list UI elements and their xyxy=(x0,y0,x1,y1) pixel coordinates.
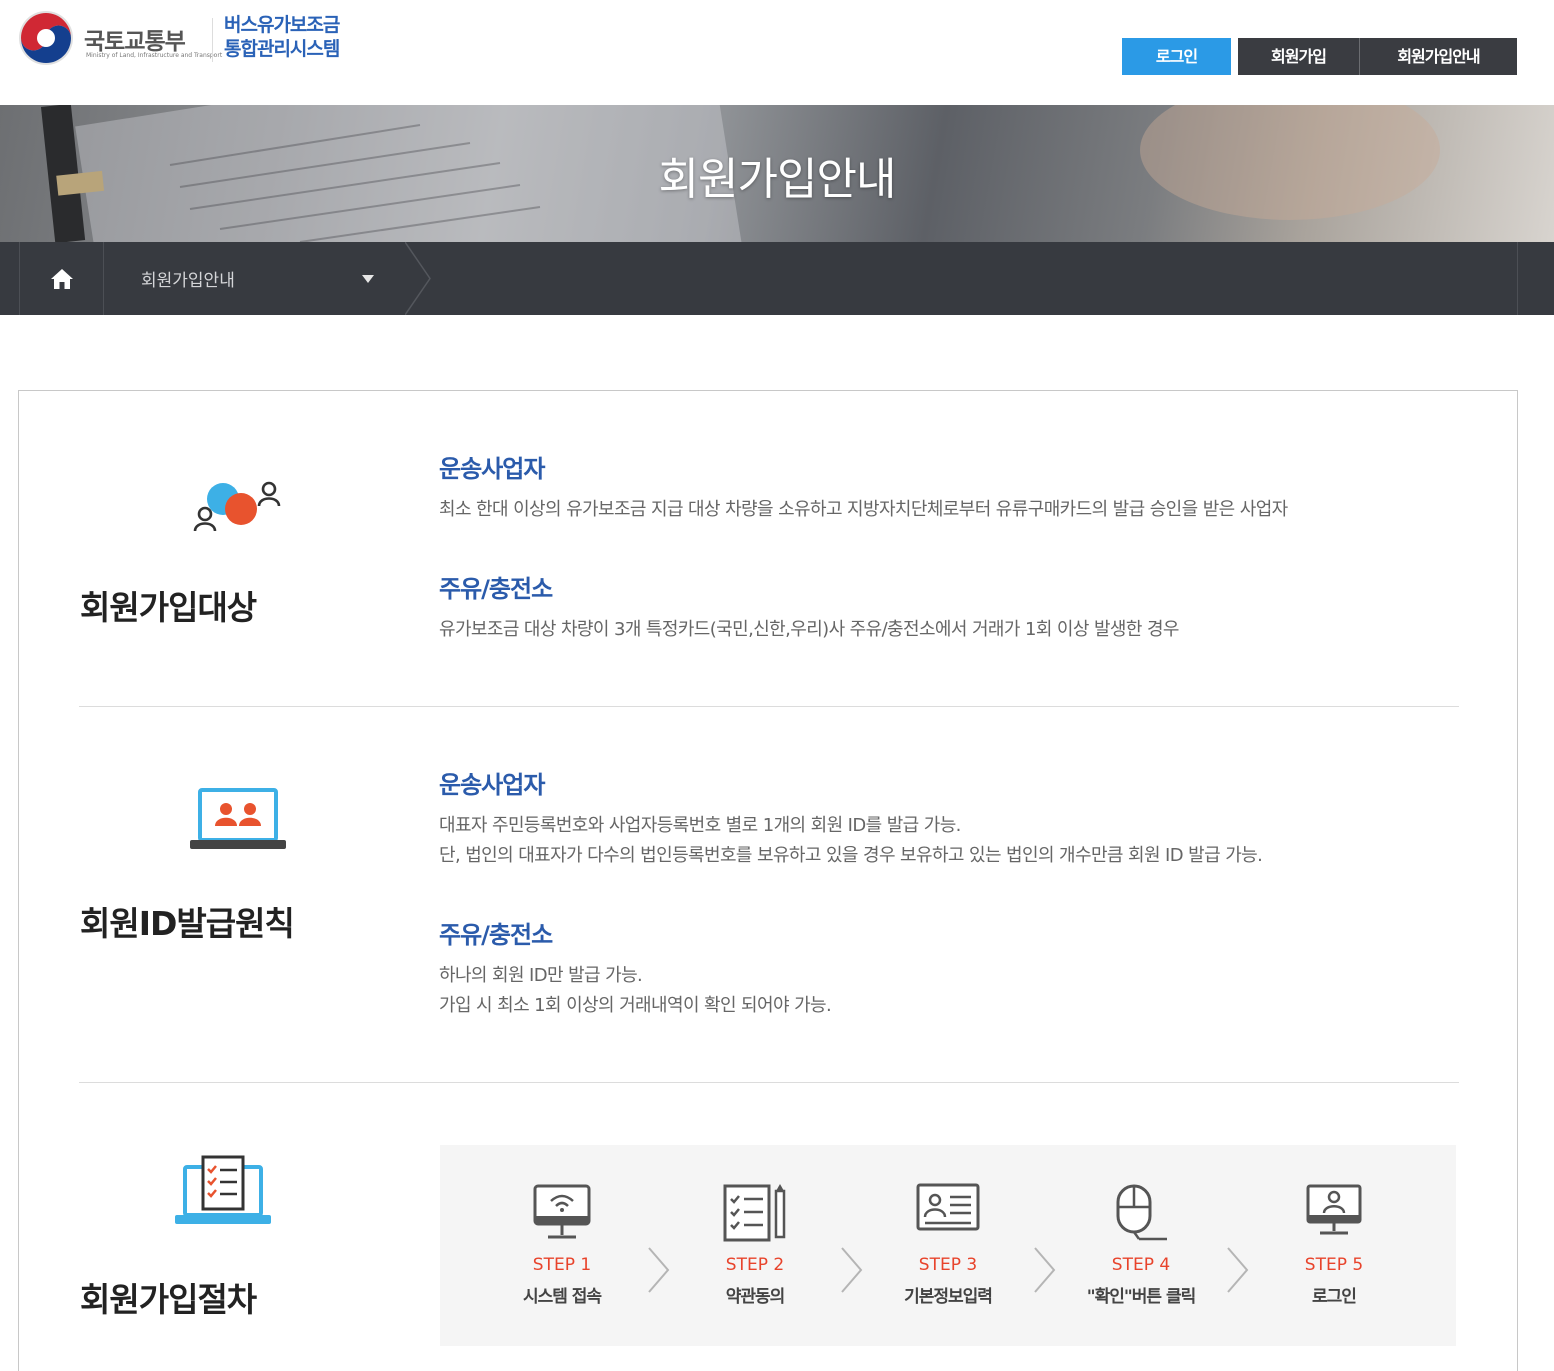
step-number: STEP 3 xyxy=(918,1255,978,1275)
system-name-line1: 버스유가보조금 xyxy=(224,14,340,36)
breadcrumb-dropdown[interactable]: 회원가입안내 xyxy=(105,242,405,315)
target-subtitle-station: 주유/충전소 xyxy=(439,575,553,603)
id-policy-desc-station-2: 가입 시 최소 1회 이상의 거래내역이 확인 되어야 가능. xyxy=(439,995,832,1016)
step-number: STEP 2 xyxy=(725,1255,785,1275)
id-policy-desc-station-1: 하나의 회원 ID만 발급 가능. xyxy=(439,965,643,986)
step-number: STEP 4 xyxy=(1111,1255,1171,1275)
section-title-target: 회원가입대상 xyxy=(80,588,257,627)
site-logo[interactable]: 국토교통부 Ministry of Land, Infrastructure a… xyxy=(18,10,358,70)
target-subtitle-carrier: 운송사업자 xyxy=(439,455,545,483)
id-policy-desc-carrier-2: 단, 법인의 대표자가 다수의 법인등록번호를 보유하고 있을 경우 보유하고 … xyxy=(439,845,1263,866)
chevron-right-icon xyxy=(648,1247,670,1293)
page-banner: 회원가입안내 xyxy=(0,105,1554,242)
section-divider xyxy=(79,1082,1459,1083)
id-policy-subtitle-station: 주유/충전소 xyxy=(439,921,553,949)
mouse-icon xyxy=(1116,1184,1167,1241)
checklist-pen-icon xyxy=(723,1184,786,1242)
members-chat-icon xyxy=(193,481,281,531)
breadcrumb-current-label: 회원가입안내 xyxy=(141,271,235,291)
step-number: STEP 1 xyxy=(532,1255,592,1275)
chevron-right-icon xyxy=(1034,1247,1056,1293)
laptop-users-icon xyxy=(190,788,286,849)
monitor-wifi-icon xyxy=(533,1184,591,1239)
step-label: "확인"버튼 클릭 xyxy=(1086,1287,1196,1307)
page-title: 회원가입안내 xyxy=(658,154,897,205)
id-policy-desc-carrier-1: 대표자 주민등록번호와 사업자등록번호 별로 1개의 회원 ID를 발급 가능. xyxy=(439,815,961,836)
system-name-line2: 통합관리시스템 xyxy=(224,38,340,60)
step-4: STEP 4 "확인"버튼 클릭 xyxy=(1061,1145,1221,1346)
laptop-checklist-icon xyxy=(175,1155,271,1224)
step-label: 로그인 xyxy=(1312,1287,1357,1307)
id-policy-subtitle-carrier: 운송사업자 xyxy=(439,771,545,799)
breadcrumb: 회원가입안내 xyxy=(0,242,1554,315)
section-divider xyxy=(79,706,1459,707)
step-1: STEP 1 시스템 접속 xyxy=(482,1145,642,1346)
section-title-id-policy: 회원ID발급원칙 xyxy=(80,904,295,943)
breadcrumb-edge xyxy=(1517,242,1518,315)
site-header: 국토교통부 Ministry of Land, Infrastructure a… xyxy=(0,0,1554,105)
signup-steps: STEP 1 시스템 접속 STEP 2 약관동의 STEP 3 기본정보입력 … xyxy=(440,1145,1456,1346)
monitor-user-icon xyxy=(1306,1184,1362,1235)
step-2: STEP 2 약관동의 xyxy=(675,1145,835,1346)
join-guide-button[interactable]: 회원가입안내 xyxy=(1360,38,1517,75)
step-label: 시스템 접속 xyxy=(522,1287,602,1307)
target-desc-station: 유가보조금 대상 차량이 3개 특정카드(국민,신한,우리)사 주유/충전소에서… xyxy=(439,619,1179,640)
chevron-right-icon xyxy=(841,1247,863,1293)
step-3: STEP 3 기본정보입력 xyxy=(868,1145,1028,1346)
ministry-name-en: Ministry of Land, Infrastructure and Tra… xyxy=(86,52,223,59)
home-button[interactable] xyxy=(19,242,104,315)
step-5: STEP 5 로그인 xyxy=(1254,1145,1414,1346)
top-nav: 로그인 회원가입 회원가입안내 xyxy=(1122,38,1517,75)
chevron-down-icon[interactable] xyxy=(362,275,374,283)
join-button[interactable]: 회원가입 xyxy=(1238,38,1360,75)
logo-divider xyxy=(212,18,213,62)
government-emblem-icon xyxy=(19,11,73,65)
content-panel: 회원가입대상 운송사업자 최소 한대 이상의 유가보조금 지급 대상 차량을 소… xyxy=(18,390,1518,1371)
chevron-right-icon xyxy=(1227,1247,1249,1293)
home-icon xyxy=(50,268,73,289)
id-card-icon xyxy=(916,1183,980,1231)
step-label: 약관동의 xyxy=(725,1287,786,1307)
section-title-procedure: 회원가입절차 xyxy=(80,1280,257,1319)
target-desc-carrier: 최소 한대 이상의 유가보조금 지급 대상 차량을 소유하고 지방자치단체로부터… xyxy=(439,499,1288,520)
breadcrumb-separator-icon xyxy=(405,242,431,315)
ministry-name: 국토교통부 xyxy=(84,29,186,55)
step-number: STEP 5 xyxy=(1304,1255,1364,1275)
step-label: 기본정보입력 xyxy=(904,1287,993,1307)
system-name: 버스유가보조금 통합관리시스템 xyxy=(224,13,340,61)
login-button[interactable]: 로그인 xyxy=(1122,38,1231,75)
